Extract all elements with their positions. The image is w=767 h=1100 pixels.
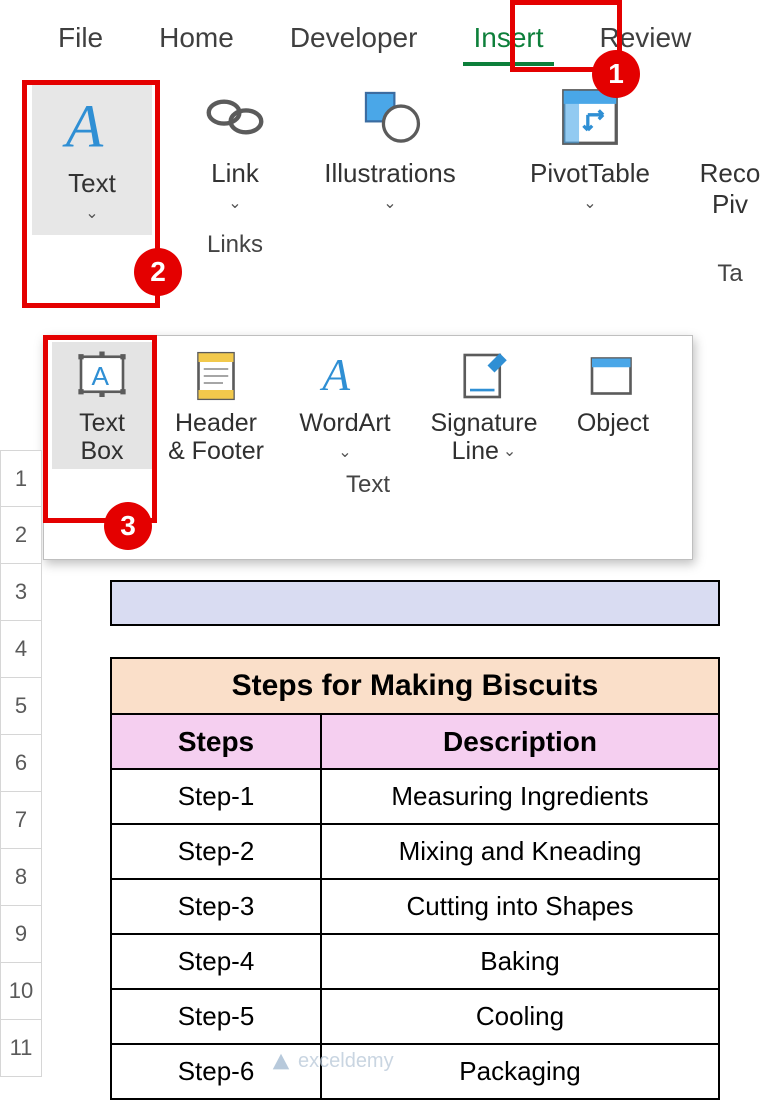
ribbon-text-label: Text (68, 168, 116, 199)
signature-l2: Line (452, 438, 499, 466)
text-gallery-panel: A Text Box Header & Footer A WordArt ⌄ S… (43, 335, 693, 560)
ribbon-insert: A Text ⌄ Link ⌄ Links Illustrations ⌄ Pi… (0, 82, 767, 342)
signature-icon (456, 348, 512, 404)
cell-desc[interactable]: Mixing and Kneading (321, 824, 719, 879)
object-button[interactable]: Object (558, 342, 668, 442)
row-header[interactable]: 4 (0, 621, 42, 678)
link-icon (200, 82, 270, 152)
ribbon-recopiv-l2: Piv (712, 189, 748, 220)
table-row: Step-3Cutting into Shapes (111, 879, 719, 934)
text-icon: A (57, 92, 127, 162)
row-header[interactable]: 10 (0, 963, 42, 1020)
cell-desc[interactable]: Measuring Ingredients (321, 769, 719, 824)
ribbon-group-tables: Ta (690, 260, 767, 288)
row-header[interactable]: 8 (0, 849, 42, 906)
object-icon (585, 348, 641, 404)
ribbon-link-label: Link (211, 158, 259, 189)
row-header[interactable]: 11 (0, 1020, 42, 1077)
wordart-button[interactable]: A WordArt ⌄ (280, 342, 410, 466)
svg-text:A: A (62, 93, 104, 161)
cell-step[interactable]: Step-2 (111, 824, 321, 879)
row-header[interactable]: 6 (0, 735, 42, 792)
cell-step[interactable]: Step-3 (111, 879, 321, 934)
svg-text:A: A (319, 349, 350, 400)
ribbon-text-button[interactable]: A Text ⌄ (32, 82, 152, 235)
table-title: Steps for Making Biscuits (111, 658, 719, 714)
textbox-button[interactable]: A Text Box (52, 342, 152, 469)
ribbon-pivottable-label: PivotTable (530, 158, 650, 189)
wordart-icon: A (317, 348, 373, 404)
chevron-down-icon: ⌄ (503, 441, 516, 461)
svg-text:A: A (92, 361, 110, 391)
row-header[interactable]: 7 (0, 792, 42, 849)
row-header[interactable]: 2 (0, 507, 42, 564)
biscuit-table: Steps for Making Biscuits Steps Descript… (110, 657, 720, 1100)
row-header[interactable]: 3 (0, 564, 42, 621)
headerfooter-l1: Header (175, 410, 257, 438)
row-header[interactable]: 9 (0, 906, 42, 963)
object-label: Object (577, 410, 649, 438)
tab-review[interactable]: Review (572, 10, 720, 72)
ribbon-recopiv-l1: Reco (700, 158, 761, 189)
tab-developer[interactable]: Developer (262, 10, 446, 72)
col-desc: Description (321, 714, 719, 769)
textbox-l1: Text (79, 410, 125, 438)
cell-step[interactable]: Step-1 (111, 769, 321, 824)
chevron-down-icon: ⌄ (228, 193, 241, 213)
textbox-icon: A (74, 348, 130, 404)
tab-home[interactable]: Home (131, 10, 262, 72)
text-gallery-group-label: Text (44, 469, 692, 505)
ribbon-illustrations-label: Illustrations (324, 158, 456, 189)
tab-file[interactable]: File (30, 10, 131, 72)
row-header[interactable]: 5 (0, 678, 42, 735)
watermark-text: exceldemy (298, 1050, 394, 1073)
ribbon-illustrations-button[interactable]: Illustrations ⌄ (300, 82, 480, 213)
cell-desc[interactable]: Baking (321, 934, 719, 989)
ribbon-pivottable-button[interactable]: PivotTable ⌄ (510, 82, 670, 213)
ribbon-recommended-pivot-button[interactable]: Reco Piv (690, 82, 767, 220)
ribbon-tabs: File Home Developer Insert Review (0, 0, 767, 72)
ribbon-group-links: Links (180, 231, 290, 259)
headerfooter-icon (188, 348, 244, 404)
ribbon-link-button[interactable]: Link ⌄ (180, 82, 290, 213)
signature-l1: Signature (430, 410, 537, 438)
cell-step[interactable]: Step-5 (111, 989, 321, 1044)
chevron-down-icon: ⌄ (383, 193, 396, 213)
textbox-l2: Box (80, 438, 123, 466)
table-row: Step-6Packaging (111, 1044, 719, 1099)
chevron-down-icon: ⌄ (338, 442, 351, 462)
row-headers: 1 2 3 4 5 6 7 8 9 10 11 (0, 450, 42, 1077)
shapes-icon (355, 82, 425, 152)
row-header[interactable]: 1 (0, 450, 42, 507)
table-header-band (110, 580, 720, 626)
cell-desc[interactable]: Cutting into Shapes (321, 879, 719, 934)
signature-button[interactable]: Signature Line ⌄ (414, 342, 554, 469)
cell-step[interactable]: Step-4 (111, 934, 321, 989)
headerfooter-l2: & Footer (168, 438, 264, 466)
cell-desc[interactable]: Cooling (321, 989, 719, 1044)
wordart-label: WordArt (299, 410, 390, 438)
table-row: Step-5Cooling (111, 989, 719, 1044)
chevron-down-icon: ⌄ (85, 203, 98, 223)
headerfooter-button[interactable]: Header & Footer (156, 342, 276, 469)
pivottable-icon (555, 82, 625, 152)
col-steps: Steps (111, 714, 321, 769)
table-row: Step-2Mixing and Kneading (111, 824, 719, 879)
chevron-down-icon: ⌄ (583, 193, 596, 213)
watermark: exceldemy (270, 1050, 394, 1073)
tab-insert[interactable]: Insert (445, 10, 571, 72)
table-row: Step-4Baking (111, 934, 719, 989)
table-row: Step-1Measuring Ingredients (111, 769, 719, 824)
watermark-icon (270, 1051, 292, 1073)
